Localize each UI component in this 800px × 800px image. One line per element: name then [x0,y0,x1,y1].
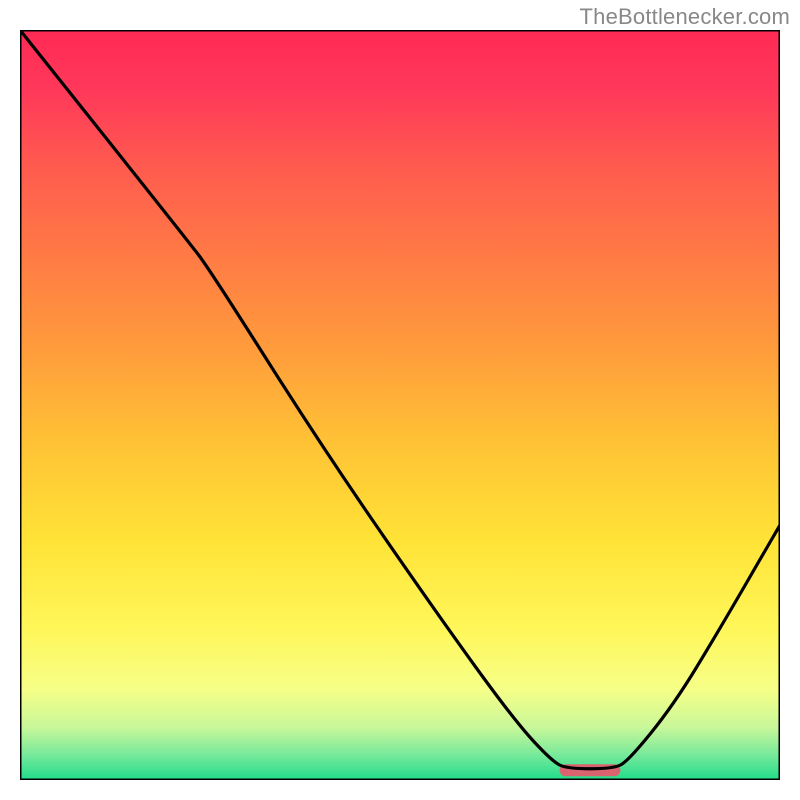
chart-svg [20,30,780,780]
bottleneck-chart [20,30,780,780]
chart-stage: TheBottlenecker.com [0,0,800,800]
attribution-text: TheBottlenecker.com [580,4,790,30]
